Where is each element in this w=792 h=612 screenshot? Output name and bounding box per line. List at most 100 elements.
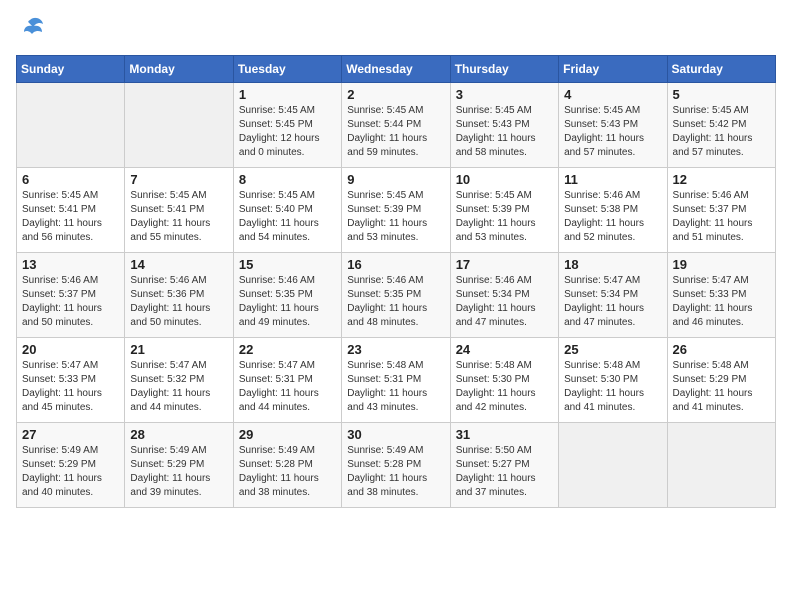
calendar-cell: 29 Sunrise: 5:49 AMSunset: 5:28 PMDayligh… xyxy=(233,423,341,508)
calendar-cell: 24 Sunrise: 5:48 AMSunset: 5:30 PMDayligh… xyxy=(450,338,558,423)
calendar-cell xyxy=(559,423,667,508)
day-detail: Sunrise: 5:45 AMSunset: 5:41 PMDaylight:… xyxy=(130,189,227,245)
day-detail: Sunrise: 5:45 AMSunset: 5:40 PMDaylight:… xyxy=(239,189,336,245)
day-detail: Sunrise: 5:46 AMSunset: 5:35 PMDaylight:… xyxy=(347,274,444,330)
day-detail: Sunrise: 5:50 AMSunset: 5:27 PMDaylight:… xyxy=(456,444,553,500)
day-number: 4 xyxy=(564,87,661,102)
weekday-header-monday: Monday xyxy=(125,56,233,83)
calendar-cell: 23 Sunrise: 5:48 AMSunset: 5:31 PMDayligh… xyxy=(342,338,450,423)
day-number: 5 xyxy=(673,87,770,102)
calendar-cell: 31 Sunrise: 5:50 AMSunset: 5:27 PMDayligh… xyxy=(450,423,558,508)
day-number: 9 xyxy=(347,172,444,187)
day-detail: Sunrise: 5:47 AMSunset: 5:34 PMDaylight:… xyxy=(564,274,661,330)
calendar-cell: 18 Sunrise: 5:47 AMSunset: 5:34 PMDayligh… xyxy=(559,253,667,338)
logo-icon xyxy=(16,16,44,43)
day-number: 18 xyxy=(564,257,661,272)
day-number: 23 xyxy=(347,342,444,357)
weekday-header-friday: Friday xyxy=(559,56,667,83)
day-number: 12 xyxy=(673,172,770,187)
day-number: 22 xyxy=(239,342,336,357)
day-number: 15 xyxy=(239,257,336,272)
day-detail: Sunrise: 5:45 AMSunset: 5:43 PMDaylight:… xyxy=(456,104,553,160)
day-detail: Sunrise: 5:46 AMSunset: 5:34 PMDaylight:… xyxy=(456,274,553,330)
day-detail: Sunrise: 5:45 AMSunset: 5:42 PMDaylight:… xyxy=(673,104,770,160)
day-detail: Sunrise: 5:45 AMSunset: 5:45 PMDaylight:… xyxy=(239,104,336,160)
day-detail: Sunrise: 5:46 AMSunset: 5:37 PMDaylight:… xyxy=(673,189,770,245)
calendar-cell: 11 Sunrise: 5:46 AMSunset: 5:38 PMDayligh… xyxy=(559,168,667,253)
day-detail: Sunrise: 5:48 AMSunset: 5:31 PMDaylight:… xyxy=(347,359,444,415)
day-number: 2 xyxy=(347,87,444,102)
day-detail: Sunrise: 5:46 AMSunset: 5:36 PMDaylight:… xyxy=(130,274,227,330)
day-number: 29 xyxy=(239,427,336,442)
day-number: 1 xyxy=(239,87,336,102)
calendar-cell: 3 Sunrise: 5:45 AMSunset: 5:43 PMDaylight… xyxy=(450,83,558,168)
day-number: 28 xyxy=(130,427,227,442)
calendar-table: SundayMondayTuesdayWednesdayThursdayFrid… xyxy=(16,55,776,508)
logo xyxy=(16,16,48,43)
calendar-cell: 9 Sunrise: 5:45 AMSunset: 5:39 PMDaylight… xyxy=(342,168,450,253)
day-detail: Sunrise: 5:45 AMSunset: 5:39 PMDaylight:… xyxy=(456,189,553,245)
day-detail: Sunrise: 5:48 AMSunset: 5:30 PMDaylight:… xyxy=(456,359,553,415)
day-detail: Sunrise: 5:49 AMSunset: 5:28 PMDaylight:… xyxy=(239,444,336,500)
calendar-cell: 13Sunrise: 5:46 AMSunset: 5:37 PMDayligh… xyxy=(17,253,125,338)
calendar-cell: 16 Sunrise: 5:46 AMSunset: 5:35 PMDayligh… xyxy=(342,253,450,338)
day-detail: Sunrise: 5:45 AMSunset: 5:41 PMDaylight:… xyxy=(22,189,119,245)
weekday-header-sunday: Sunday xyxy=(17,56,125,83)
day-detail: Sunrise: 5:47 AMSunset: 5:33 PMDaylight:… xyxy=(673,274,770,330)
day-detail: Sunrise: 5:47 AMSunset: 5:32 PMDaylight:… xyxy=(130,359,227,415)
day-number: 16 xyxy=(347,257,444,272)
day-detail: Sunrise: 5:46 AMSunset: 5:35 PMDaylight:… xyxy=(239,274,336,330)
day-number: 11 xyxy=(564,172,661,187)
calendar-cell: 7 Sunrise: 5:45 AMSunset: 5:41 PMDaylight… xyxy=(125,168,233,253)
day-detail: Sunrise: 5:47 AMSunset: 5:33 PMDaylight:… xyxy=(22,359,119,415)
day-detail: Sunrise: 5:45 AMSunset: 5:39 PMDaylight:… xyxy=(347,189,444,245)
calendar-cell: 4 Sunrise: 5:45 AMSunset: 5:43 PMDaylight… xyxy=(559,83,667,168)
weekday-header-saturday: Saturday xyxy=(667,56,775,83)
day-number: 19 xyxy=(673,257,770,272)
calendar-cell: 28 Sunrise: 5:49 AMSunset: 5:29 PMDayligh… xyxy=(125,423,233,508)
calendar-cell xyxy=(667,423,775,508)
weekday-header-tuesday: Tuesday xyxy=(233,56,341,83)
calendar-cell: 15 Sunrise: 5:46 AMSunset: 5:35 PMDayligh… xyxy=(233,253,341,338)
page-header xyxy=(16,16,776,43)
day-number: 25 xyxy=(564,342,661,357)
calendar-cell: 8 Sunrise: 5:45 AMSunset: 5:40 PMDaylight… xyxy=(233,168,341,253)
day-detail: Sunrise: 5:49 AMSunset: 5:28 PMDaylight:… xyxy=(347,444,444,500)
calendar-cell: 1 Sunrise: 5:45 AMSunset: 5:45 PMDaylight… xyxy=(233,83,341,168)
day-detail: Sunrise: 5:49 AMSunset: 5:29 PMDaylight:… xyxy=(22,444,119,500)
day-number: 26 xyxy=(673,342,770,357)
calendar-cell: 21 Sunrise: 5:47 AMSunset: 5:32 PMDayligh… xyxy=(125,338,233,423)
day-number: 8 xyxy=(239,172,336,187)
day-detail: Sunrise: 5:45 AMSunset: 5:44 PMDaylight:… xyxy=(347,104,444,160)
day-number: 30 xyxy=(347,427,444,442)
day-detail: Sunrise: 5:46 AMSunset: 5:38 PMDaylight:… xyxy=(564,189,661,245)
calendar-cell: 27 Sunrise: 5:49 AMSunset: 5:29 PMDayligh… xyxy=(17,423,125,508)
calendar-cell: 10Sunrise: 5:45 AMSunset: 5:39 PMDayligh… xyxy=(450,168,558,253)
calendar-cell: 12 Sunrise: 5:46 AMSunset: 5:37 PMDayligh… xyxy=(667,168,775,253)
calendar-cell: 5 Sunrise: 5:45 AMSunset: 5:42 PMDaylight… xyxy=(667,83,775,168)
calendar-cell: 30 Sunrise: 5:49 AMSunset: 5:28 PMDayligh… xyxy=(342,423,450,508)
day-number: 14 xyxy=(130,257,227,272)
weekday-header-thursday: Thursday xyxy=(450,56,558,83)
day-number: 31 xyxy=(456,427,553,442)
calendar-cell xyxy=(17,83,125,168)
day-number: 24 xyxy=(456,342,553,357)
day-detail: Sunrise: 5:48 AMSunset: 5:30 PMDaylight:… xyxy=(564,359,661,415)
day-number: 27 xyxy=(22,427,119,442)
calendar-cell xyxy=(125,83,233,168)
day-detail: Sunrise: 5:49 AMSunset: 5:29 PMDaylight:… xyxy=(130,444,227,500)
day-number: 7 xyxy=(130,172,227,187)
calendar-cell: 26 Sunrise: 5:48 AMSunset: 5:29 PMDayligh… xyxy=(667,338,775,423)
day-number: 17 xyxy=(456,257,553,272)
calendar-cell: 14 Sunrise: 5:46 AMSunset: 5:36 PMDayligh… xyxy=(125,253,233,338)
day-number: 21 xyxy=(130,342,227,357)
day-detail: Sunrise: 5:47 AMSunset: 5:31 PMDaylight:… xyxy=(239,359,336,415)
day-number: 20 xyxy=(22,342,119,357)
day-number: 6 xyxy=(22,172,119,187)
calendar-cell: 19 Sunrise: 5:47 AMSunset: 5:33 PMDayligh… xyxy=(667,253,775,338)
day-detail: Sunrise: 5:45 AMSunset: 5:43 PMDaylight:… xyxy=(564,104,661,160)
calendar-cell: 25 Sunrise: 5:48 AMSunset: 5:30 PMDayligh… xyxy=(559,338,667,423)
calendar-cell: 2 Sunrise: 5:45 AMSunset: 5:44 PMDaylight… xyxy=(342,83,450,168)
day-number: 3 xyxy=(456,87,553,102)
day-detail: Sunrise: 5:48 AMSunset: 5:29 PMDaylight:… xyxy=(673,359,770,415)
